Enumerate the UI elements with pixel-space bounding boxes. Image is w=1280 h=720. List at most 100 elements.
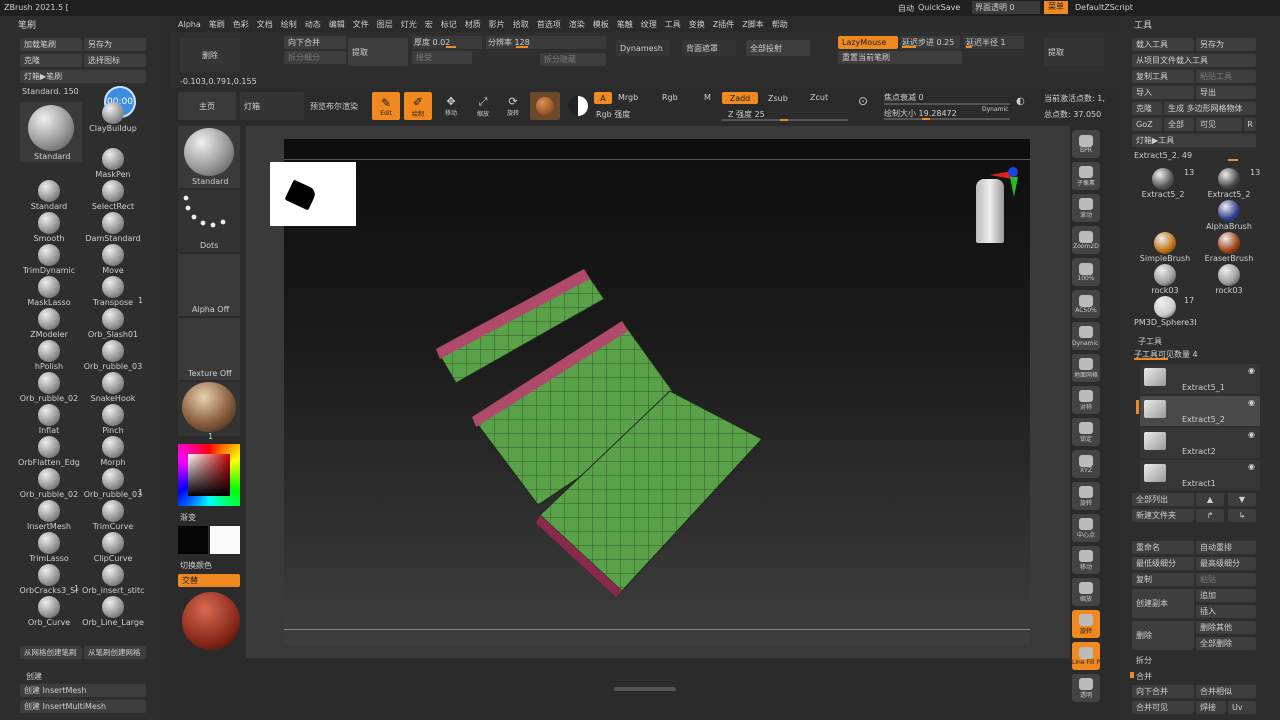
shelf-button[interactable]: BPR (1072, 130, 1100, 158)
menu-item[interactable]: 渲染 (569, 19, 585, 30)
eye-icon[interactable]: ◉ (1248, 430, 1255, 439)
brush-item[interactable]: Orb_rubble_03 (82, 468, 144, 500)
select-icon-button[interactable]: 选择图标 (84, 54, 146, 67)
rename-button[interactable]: 重命名 (1132, 541, 1194, 554)
brush-item[interactable]: Orb_rubble_03 (82, 340, 144, 372)
merge-down-button[interactable]: 向下合并 (284, 36, 346, 49)
menu-item[interactable]: 色彩 (233, 19, 249, 30)
lazymouse-toggle[interactable]: LazyMouse (838, 36, 898, 49)
brush-item[interactable]: InsertMesh (18, 500, 80, 532)
goz-r-button[interactable]: R (1244, 118, 1256, 131)
brush-item[interactable]: OrbFlatten_Edge (18, 436, 80, 468)
mrgb-button[interactable]: Mrgb (618, 93, 638, 102)
menu-item[interactable]: 变换 (689, 19, 705, 30)
menu-item[interactable]: Z插件 (713, 19, 734, 30)
menu-item[interactable]: 文件 (353, 19, 369, 30)
insert-button[interactable]: 插入 (1196, 605, 1256, 618)
rgb-button[interactable]: Rgb (662, 93, 678, 102)
dynamic-button[interactable]: Dynamic (982, 106, 1008, 113)
dsize-icon[interactable]: ◐ (1016, 96, 1032, 116)
create-insertmesh-button[interactable]: 创建 InsertMesh (20, 684, 146, 697)
brush-item[interactable]: Morph (82, 436, 144, 468)
edit-mode-button[interactable]: ✎ Edit (372, 92, 400, 120)
dynamesh-button[interactable]: Dynamesh (616, 40, 670, 56)
accept-button[interactable]: 接受 (412, 51, 472, 64)
clone-brush-button[interactable]: 克隆 (20, 54, 82, 67)
brush-item[interactable]: OrbCracks3_Sr (18, 564, 80, 596)
menu-item[interactable]: 灯光 (401, 19, 417, 30)
extract-button-2[interactable]: 提取 (1044, 38, 1104, 66)
current-brush-thumb[interactable]: Standard (20, 102, 82, 162)
load-brush-button[interactable]: 加载笔刷 (20, 38, 82, 51)
tool-item[interactable]: AlphaBrush (1198, 200, 1260, 232)
move-up-button[interactable]: ▲ (1196, 493, 1224, 506)
gradient-label[interactable]: 渐变 (180, 512, 196, 523)
m-button[interactable]: M (704, 93, 711, 102)
shelf-button[interactable]: 中心点 (1072, 514, 1100, 542)
save-tool-as-button[interactable]: 另存为 (1196, 38, 1256, 51)
delete-subtool-button[interactable]: 删除 (1132, 621, 1194, 650)
shelf-button[interactable]: Zoom2D (1072, 226, 1100, 254)
navigation-gizmo[interactable] (976, 165, 1022, 243)
rotate-mode-button[interactable]: ⟳ 旋转 (500, 92, 526, 120)
load-from-project-button[interactable]: 从项目文件载入工具 (1132, 54, 1256, 67)
lightbox-tab[interactable]: 灯箱 (240, 92, 304, 120)
menu-item[interactable]: 拾取 (513, 19, 529, 30)
split-section-label[interactable]: 拆分 (1136, 655, 1152, 666)
brush-item[interactable]: DamStandard (82, 212, 144, 244)
shelf-button[interactable]: 滚动 (1072, 194, 1100, 222)
duplicate-button[interactable]: 复制 (1132, 573, 1194, 586)
thickness-slider[interactable]: 厚度 0.02 (412, 36, 482, 49)
extract-button[interactable]: 提取 (348, 38, 408, 66)
menu-item[interactable]: 编辑 (329, 19, 345, 30)
menu-item[interactable]: 文档 (257, 19, 273, 30)
eye-icon[interactable]: ◉ (1248, 398, 1255, 407)
shelf-button[interactable]: 锁定 (1072, 418, 1100, 446)
shelf-button[interactable]: 缩放 (1072, 578, 1100, 606)
eye-icon[interactable]: ◉ (1248, 462, 1255, 471)
menu-item[interactable]: 图层 (377, 19, 393, 30)
color-square[interactable] (188, 454, 230, 496)
alpha-slot[interactable]: Alpha Off (178, 254, 240, 316)
shelf-button[interactable]: 100% (1072, 258, 1100, 286)
menu-item[interactable]: 模板 (593, 19, 609, 30)
eye-icon[interactable]: ◉ (1248, 366, 1255, 375)
paste-tool-button[interactable]: 粘贴工具 (1196, 70, 1256, 83)
auto-reorder-button[interactable]: 自动重排 (1196, 541, 1256, 554)
subtool-row[interactable]: Extract1 ◉ (1140, 460, 1260, 490)
shelf-button[interactable]: AC50% (1072, 290, 1100, 318)
menu-item[interactable]: 绘制 (281, 19, 297, 30)
tool-item[interactable]: SimpleBrush (1134, 232, 1196, 264)
texture-slot[interactable]: Texture Off (178, 318, 240, 380)
shelf-button[interactable]: Dynamic 透视 (1072, 322, 1100, 350)
brush-item[interactable]: Smooth (18, 212, 80, 244)
shelf-button[interactable]: 透明 (1072, 674, 1100, 702)
brush-item[interactable]: ZModeler (18, 308, 80, 340)
rgb-intensity-slider[interactable]: Rgb 强度 (594, 108, 720, 120)
tool-item[interactable]: rock03 (1198, 264, 1260, 296)
zadd-button[interactable]: Zadd (722, 92, 758, 104)
menu-item[interactable]: 首选项 (537, 19, 561, 30)
export-tool-button[interactable]: 导出 (1196, 86, 1256, 99)
move-to-top-button[interactable]: ↱ (1196, 509, 1224, 522)
menu-item[interactable]: 动态 (305, 19, 321, 30)
scale-mode-button[interactable]: ⤢ 缩放 (470, 92, 496, 120)
quicksave-button[interactable]: QuickSave (918, 3, 960, 12)
brush-item[interactable]: Orb_rubble_02 (18, 372, 80, 404)
brush-from-mesh-button[interactable]: 从网格创建笔刷 (20, 646, 82, 659)
append-button[interactable]: 追加 (1196, 589, 1256, 602)
zsub-button[interactable]: Zsub (768, 94, 788, 103)
alternate-toggle[interactable]: 交替 (178, 574, 240, 587)
copy-append-button[interactable]: 创建副本 (1132, 589, 1194, 618)
resolution-slider[interactable]: 分辨率 128 (486, 36, 606, 49)
sculptris-icon[interactable]: ⊙ (858, 94, 874, 118)
menu-item[interactable]: 笔刷 (209, 19, 225, 30)
highest-subdiv-button[interactable]: 最高级细分 (1196, 557, 1256, 570)
brush-item[interactable]: Move (82, 244, 144, 276)
merge-visible-button[interactable]: 合并可见 (1132, 701, 1194, 714)
shelf-button[interactable]: 旋转 (1072, 482, 1100, 510)
delete-all-button[interactable]: 全部删除 (1196, 637, 1256, 650)
lowest-subdiv-button[interactable]: 最低级细分 (1132, 557, 1194, 570)
menu-item[interactable]: 工具 (665, 19, 681, 30)
menu-item[interactable]: 宏 (425, 19, 433, 30)
